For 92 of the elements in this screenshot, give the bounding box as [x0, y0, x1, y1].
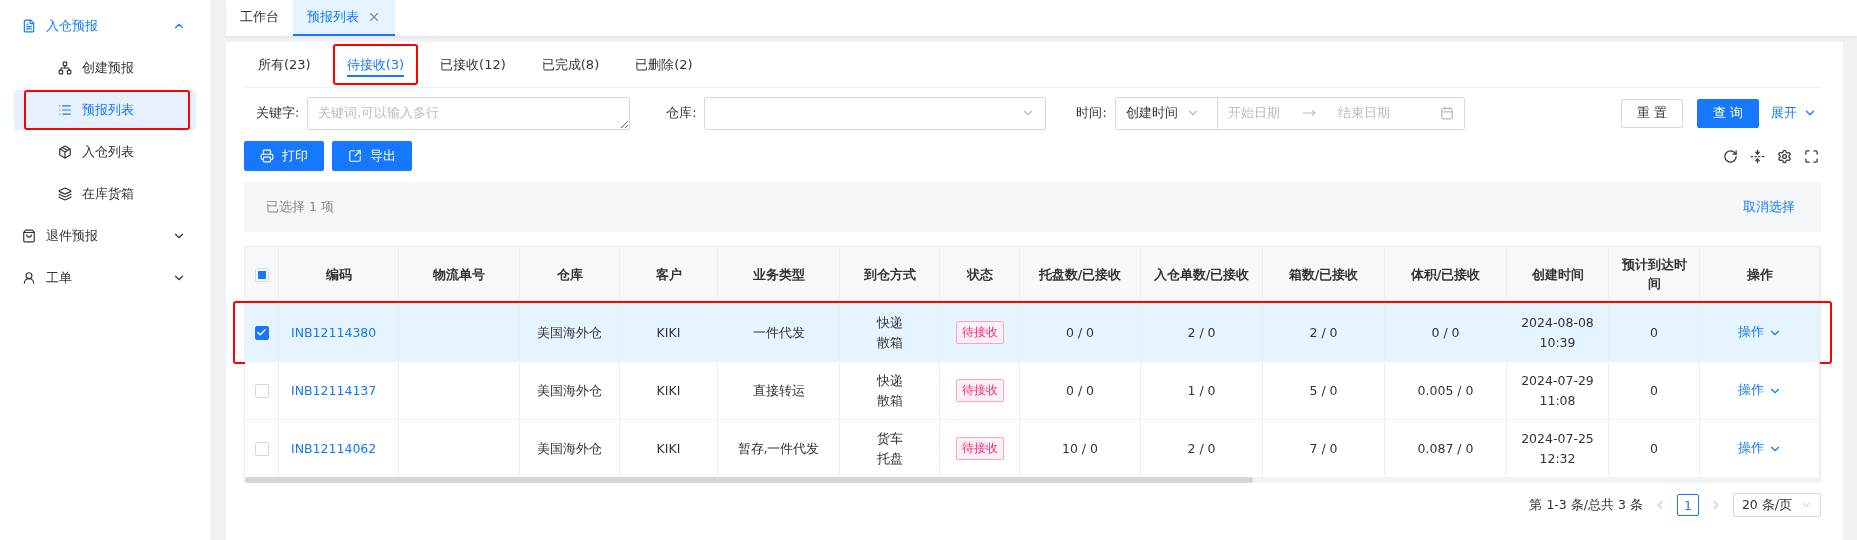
hierarchy-icon [58, 61, 72, 75]
table-cell-text: 美国海外仓 [537, 381, 602, 400]
table-cell-text: KIKI [656, 323, 681, 342]
keyword-label: 关键字: [256, 104, 300, 122]
table-cell-text: 直接转运 [752, 381, 805, 400]
column-header: 到仓方式 [840, 247, 940, 303]
action-button[interactable]: 打印 [244, 141, 324, 171]
sidebar-group[interactable]: 工单 [14, 258, 196, 298]
table-cell-text: KIKI [656, 439, 681, 458]
table-cell-text: 2 / 0 [1309, 323, 1338, 342]
action-dropdown[interactable]: 操作 [1731, 439, 1788, 458]
table-cell-text: 1 / 0 [1187, 381, 1216, 400]
box-icon [58, 145, 72, 159]
bag-icon [22, 229, 36, 243]
status-tag: 待接收 [955, 321, 1004, 344]
action-button[interactable]: 导出 [332, 141, 412, 171]
order-code-link[interactable]: INB12114380 [291, 322, 377, 343]
table-cell-text: 2 / 0 [1187, 323, 1216, 342]
column-header: 操作 [1700, 247, 1820, 303]
action-dropdown[interactable]: 操作 [1731, 381, 1788, 400]
status-tag: 待接收 [955, 437, 1004, 460]
column-header: 物流单号 [399, 247, 520, 303]
order-code-link[interactable]: INB12114062 [291, 438, 377, 459]
page-size-select[interactable]: 20 条/页 [1732, 493, 1821, 517]
table-cell-text: 一件代发 [752, 323, 805, 342]
table-cell-text: 美国海外仓 [537, 323, 602, 342]
search-button[interactable]: 查 询 [1696, 98, 1759, 128]
row-checkbox[interactable] [254, 325, 269, 340]
table-cell-text: 0.005 / 0 [1417, 381, 1474, 400]
sidebar-item[interactable]: 预报列表 [14, 90, 196, 130]
status-tab[interactable]: 已完成(8) [527, 44, 614, 85]
selection-count: 已选择 1 项 [266, 198, 334, 216]
expand-link[interactable]: 展开 [1767, 104, 1821, 122]
export-icon [348, 149, 362, 163]
sidebar-group[interactable]: 退件预报 [14, 216, 196, 256]
printer-icon [260, 149, 274, 163]
column-header: 入仓单数/已接收 [1141, 247, 1263, 303]
close-icon[interactable] [367, 10, 381, 24]
warehouse-label: 仓库: [666, 104, 697, 122]
pagination-summary: 第 1-3 条/总共 3 条 [1529, 496, 1643, 514]
sidebar-item[interactable]: 创建预报 [14, 48, 196, 88]
table-cell-text: 0 / 0 [1431, 323, 1460, 342]
keyword-field[interactable]: 关键词,可以输入多行 [307, 96, 631, 130]
order-code-link[interactable]: INB12114137 [291, 380, 377, 401]
table-cell-text: 0 [1650, 323, 1658, 342]
page-button[interactable]: 1 [1676, 494, 1699, 516]
status-tab[interactable]: 待接收(3) [332, 44, 419, 85]
calendar-icon [1439, 106, 1454, 120]
action-dropdown[interactable]: 操作 [1731, 323, 1788, 342]
date-range-field[interactable]: 创建时间 开始日期 结束日期 [1114, 96, 1465, 130]
sidebar-item[interactable]: 入仓列表 [14, 132, 196, 172]
table-cell-text: 5 / 0 [1309, 381, 1338, 400]
column-header: 仓库 [520, 247, 620, 303]
user-icon [22, 271, 36, 285]
status-tab[interactable]: 已删除(2) [621, 44, 707, 85]
sidebar-item[interactable]: 在库货箱 [14, 174, 196, 214]
column-header: 托盘数/已接收 [1020, 247, 1141, 303]
page-tab[interactable]: 工作台 [226, 0, 293, 36]
table-cell-text: 0 [1650, 381, 1658, 400]
scrollbar[interactable] [245, 477, 1253, 483]
table-cell-text: 2 / 0 [1187, 439, 1216, 458]
sidebar-group[interactable]: 入仓预报 [14, 6, 196, 46]
layers-icon [58, 187, 72, 201]
table-row[interactable]: INB12114062 美国海外仓 KIKI 暂存,一件代发 货车 托盘 待接收 10 / 0 2 / 0 7 / 0 0.087 / 0 2024-07-25 12:32 0 操作 [245, 419, 1820, 477]
column-header: 预计到达时间 [1609, 247, 1700, 303]
column-header: 客户 [620, 247, 718, 303]
clear-selection-link[interactable]: 取消选择 [1739, 198, 1799, 216]
table-cell-text: 7 / 0 [1309, 439, 1338, 458]
column-header: 创建时间 [1507, 247, 1609, 303]
list-icon [58, 103, 72, 117]
status-tab[interactable]: 已接收(12) [426, 44, 520, 85]
table-cell-text: 0.087 / 0 [1417, 439, 1474, 458]
table-cell-text: 0 / 0 [1065, 381, 1095, 400]
table-cell-text: KIKI [656, 381, 681, 400]
column-header: 体积/已接收 [1385, 247, 1507, 303]
table-cell-text: 0 [1650, 439, 1658, 458]
document-icon [22, 19, 36, 33]
select-all-checkbox[interactable] [254, 268, 269, 282]
status-tag: 待接收 [955, 379, 1004, 402]
time-label: 时间: [1076, 104, 1107, 122]
status-tab[interactable]: 所有(23) [244, 44, 325, 85]
column-header: 业务类型 [718, 247, 840, 303]
reset-button[interactable]: 重 置 [1620, 98, 1683, 128]
column-header: 状态 [940, 247, 1020, 303]
table-row[interactable]: INB12114137 美国海外仓 KIKI 直接转运 快递 散箱 待接收 0 / 0 1 / 0 5 / 0 0.005 / 0 2024-07-29 11:08 0 操作 [245, 361, 1820, 419]
table-cell-text: 0 / 0 [1065, 323, 1095, 342]
table-cell-text: 暂存,一件代发 [737, 439, 820, 458]
column-header: 编码 [279, 247, 399, 303]
table-cell-text: 10 / 0 [1062, 439, 1098, 458]
column-header: 箱数/已接收 [1263, 247, 1385, 303]
page-tab[interactable]: 预报列表 [293, 0, 395, 36]
table-cell-text: 美国海外仓 [537, 439, 602, 458]
